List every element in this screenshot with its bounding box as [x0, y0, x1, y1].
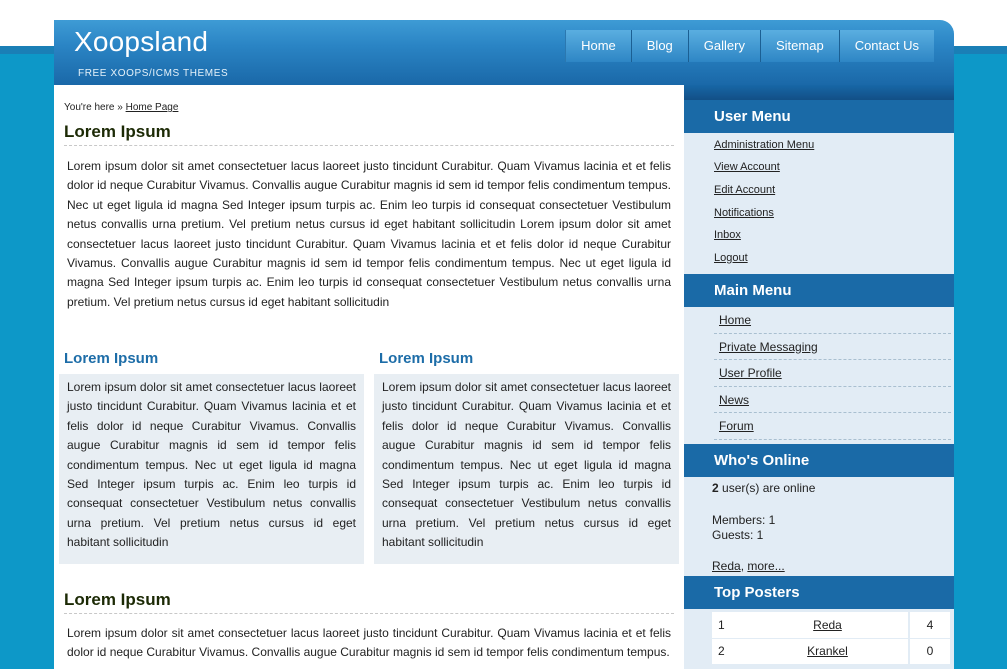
breadcrumb-home-link[interactable]: Home Page [126, 102, 179, 113]
left-column-title: Lorem Ipsum [64, 350, 159, 367]
user-menu-item-inbox[interactable]: Inbox [714, 229, 741, 241]
sidebar-header-bar [684, 85, 954, 100]
right-column-title: Lorem Ipsum [379, 350, 474, 367]
user-menu-item-logout[interactable]: Logout [714, 252, 748, 264]
online-suffix: user(s) are online [722, 481, 816, 495]
online-users-line: Reda, more... [712, 559, 785, 573]
online-count-line: 2 user(s) are online [712, 481, 815, 495]
site-header: Xoopsland FREE XOOPS/ICMS THEMES Home Bl… [54, 20, 954, 85]
main-menu-title: Main Menu [684, 274, 954, 307]
breadcrumb: You're here » Home Page [64, 102, 178, 113]
poster-rank: 2 [712, 638, 747, 665]
main-menu-item-home[interactable]: Home [714, 307, 951, 334]
breadcrumb-prefix: You're here » [64, 102, 123, 113]
main-menu-list: Home Private Messaging User Profile News… [714, 307, 951, 440]
nav-home[interactable]: Home [565, 30, 631, 62]
poster-rank: 1 [712, 612, 747, 639]
user-menu-title: User Menu [684, 100, 954, 133]
user-menu-item-view-account[interactable]: View Account [714, 161, 780, 173]
content-paragraph-2: Lorem ipsum dolor sit amet consectetuer … [67, 626, 671, 660]
content-heading: Lorem Ipsum [64, 122, 674, 146]
left-column-box: Lorem ipsum dolor sit amet consectetuer … [59, 374, 364, 564]
nav-sitemap[interactable]: Sitemap [759, 30, 839, 62]
main-menu-item-news[interactable]: News [714, 387, 951, 413]
nav-blog[interactable]: Blog [630, 30, 688, 62]
sidebar: User Menu Administration Menu View Accou… [684, 100, 954, 669]
main-menu-item-forum[interactable]: Forum [714, 413, 951, 440]
online-guests: Guests: 1 [712, 528, 764, 542]
content-heading-2: Lorem Ipsum [64, 590, 674, 614]
online-members: Members: 1 [712, 513, 776, 527]
online-user-link[interactable]: Reda [712, 559, 741, 573]
poster-name[interactable]: Reda [747, 612, 909, 639]
site-tagline: FREE XOOPS/ICMS THEMES [78, 68, 229, 79]
online-count: 2 [712, 481, 719, 495]
poster-count: 4 [908, 612, 950, 639]
nav-gallery[interactable]: Gallery [687, 30, 760, 62]
top-posters-table: 1 Reda 4 2 Krankel 0 [712, 612, 950, 665]
nav-contact-us[interactable]: Contact Us [838, 30, 934, 62]
main-menu-item-user-profile[interactable]: User Profile [714, 360, 951, 387]
user-menu-item-edit-account[interactable]: Edit Account [714, 184, 775, 196]
main-menu-item-private-messaging[interactable]: Private Messaging [714, 334, 951, 360]
whos-online-title: Who's Online [684, 444, 954, 477]
user-menu-item-notifications[interactable]: Notifications [714, 207, 774, 219]
content-paragraph: Lorem ipsum dolor sit amet consectetuer … [67, 159, 671, 309]
table-row: 1 Reda 4 [712, 612, 950, 639]
user-menu-item-administration[interactable]: Administration Menu [714, 139, 814, 151]
poster-count: 0 [908, 638, 950, 665]
main-content: You're here » Home Page Lorem Ipsum Lore… [54, 85, 684, 669]
top-posters-title: Top Posters [684, 576, 954, 609]
main-nav: Home Blog Gallery Sitemap Contact Us [565, 30, 934, 62]
table-row: 2 Krankel 0 [712, 638, 950, 665]
page-wrapper: Xoopsland FREE XOOPS/ICMS THEMES Home Bl… [54, 20, 954, 669]
right-column-box: Lorem ipsum dolor sit amet consectetuer … [374, 374, 679, 564]
poster-name[interactable]: Krankel [747, 638, 909, 665]
online-more-link[interactable]: more... [747, 559, 784, 573]
site-logo[interactable]: Xoopsland [74, 26, 208, 58]
